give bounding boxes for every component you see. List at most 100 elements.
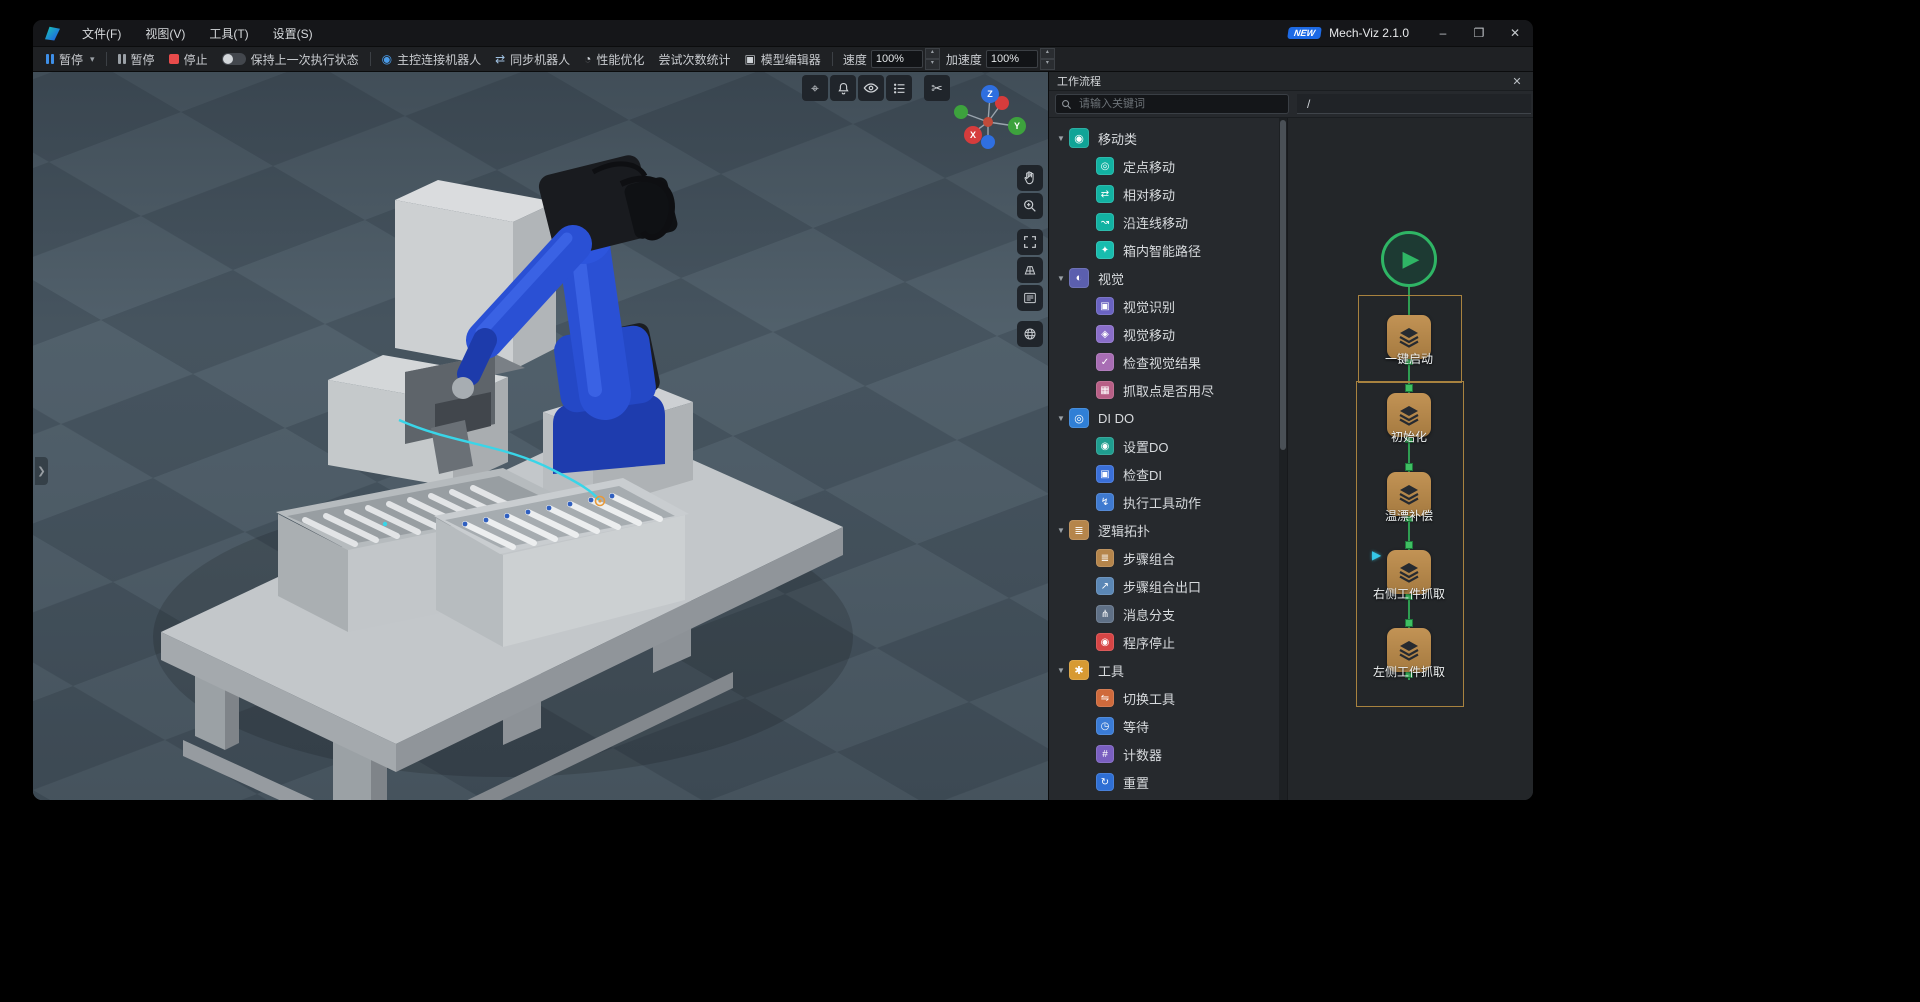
tree-item-glyph: ↗ — [1101, 581, 1109, 592]
step-up-icon[interactable]: ▴ — [925, 48, 940, 59]
tree-item-row[interactable]: ▣ 视觉识别 — [1049, 292, 1279, 320]
tree-group-row[interactable]: ▼ ≣ 逻辑拓扑 — [1049, 516, 1279, 544]
tree-caret-icon[interactable]: ▼ — [1057, 274, 1069, 283]
tree-group-row[interactable]: ▼ ◉ 移动类 — [1049, 124, 1279, 152]
sync-robot-button[interactable]: ⇄ 同步机器人 — [488, 47, 577, 71]
minimize-button[interactable]: – — [1425, 20, 1461, 46]
tree-item-label: 视觉识别 — [1123, 297, 1175, 316]
tree-item-row[interactable]: ≣ 步骤组合 — [1049, 544, 1279, 572]
hand-icon — [1022, 170, 1038, 186]
tree-item-row[interactable]: ⋔ 消息分支 — [1049, 600, 1279, 628]
tree-item-row[interactable]: ◉ 程序停止 — [1049, 628, 1279, 656]
tree-item-label: 抓取点是否用尽 — [1123, 381, 1214, 400]
zoom-button[interactable] — [1017, 193, 1043, 219]
flow-node[interactable]: 右侧工件抓取 — [1387, 550, 1431, 594]
tree-item-row[interactable]: ↯ 执行工具动作 — [1049, 488, 1279, 516]
viewport-toolbar: ⌖ — [802, 75, 950, 101]
tree-item-row[interactable]: ▦ 抓取点是否用尽 — [1049, 376, 1279, 404]
menu-settings[interactable]: 设置(S) — [261, 20, 325, 46]
pan-button[interactable] — [1017, 165, 1043, 191]
station-box — [328, 354, 525, 487]
speed-stepper[interactable]: ▴ ▾ — [925, 48, 940, 70]
workflow-panel-close-button[interactable]: ✕ — [1509, 75, 1525, 88]
flow-node[interactable]: 温漂补偿 — [1387, 472, 1431, 516]
orientation-gizmo[interactable]: Z X Y — [940, 80, 1036, 176]
viewport-side-toolbar — [1017, 165, 1043, 347]
menu-tools[interactable]: 工具(T) — [197, 20, 260, 46]
tree-item-row[interactable]: ◎ 定点移动 — [1049, 152, 1279, 180]
tree-caret-icon[interactable]: ▼ — [1057, 134, 1069, 143]
model-editor-button[interactable]: ▣ 模型编辑器 — [737, 47, 827, 71]
tree-caret-icon[interactable]: ▼ — [1057, 414, 1069, 423]
tree-item-row[interactable]: ↗ 步骤组合出口 — [1049, 572, 1279, 600]
tree-item-row[interactable]: ⇄ 相对移动 — [1049, 180, 1279, 208]
menu-view[interactable]: 视图(V) — [133, 20, 197, 46]
tree-item-row[interactable]: ◷ 等待 — [1049, 712, 1279, 740]
title-bar: 文件(F) 视图(V) 工具(T) 设置(S) NEW Mech-Viz 2.1… — [33, 20, 1533, 46]
tree-group-icon: ≣ — [1069, 520, 1089, 540]
workflow-search-input[interactable] — [1077, 97, 1283, 111]
panel-list-button[interactable] — [1017, 285, 1043, 311]
step-up-icon[interactable]: ▴ — [1040, 48, 1055, 59]
display-list-button[interactable] — [886, 75, 912, 101]
workflow-searchbox[interactable] — [1055, 94, 1289, 114]
tree-group-row[interactable]: ▼ ◎ DI DO — [1049, 404, 1279, 432]
magnifier-plus-icon — [1022, 198, 1038, 214]
flow-node[interactable]: 左侧工件抓取 — [1387, 628, 1431, 672]
scene-3d[interactable] — [33, 72, 1048, 800]
tree-item-row[interactable]: # 计数器 — [1049, 740, 1279, 768]
tree-item-row[interactable]: ⇋ 切换工具 — [1049, 684, 1279, 712]
step-down-icon[interactable]: ▾ — [925, 59, 940, 70]
performance-button[interactable]: ◔ 性能优化 — [577, 47, 651, 71]
flow-play-button[interactable]: ▶ — [1381, 231, 1437, 287]
flow-path-field[interactable]: / — [1297, 94, 1531, 114]
tree-item-row[interactable]: ✓ 检查视觉结果 — [1049, 348, 1279, 376]
tree-item-row[interactable]: ◉ 设置DO — [1049, 432, 1279, 460]
tree-item-row[interactable]: ↝ 沿连线移动 — [1049, 208, 1279, 236]
tree-caret-icon[interactable]: ▼ — [1057, 526, 1069, 535]
tree-group-row[interactable]: ▼ ✱ 工具 — [1049, 656, 1279, 684]
tree-item-row[interactable]: ✓ 完成检查 — [1049, 796, 1279, 800]
tree-item-glyph: ≣ — [1101, 553, 1109, 564]
visibility-button[interactable] — [858, 75, 884, 101]
flow-node[interactable]: 初始化 — [1387, 393, 1431, 437]
viewport-3d[interactable]: ⌖ — [33, 72, 1048, 800]
tree-scrollbar[interactable] — [1279, 118, 1287, 800]
pause-icon — [46, 54, 54, 64]
tree-item-icon: ▣ — [1096, 297, 1114, 315]
speed-input[interactable] — [871, 50, 923, 68]
tree-item-icon: ✦ — [1096, 241, 1114, 259]
master-control-button[interactable]: ◉ 主控连接机器人 — [375, 47, 489, 71]
notify-tool-button[interactable] — [830, 75, 856, 101]
tree-group-row[interactable]: ▼ ◐ 视觉 — [1049, 264, 1279, 292]
flow-node[interactable]: 一键启动 — [1387, 315, 1431, 359]
tree-caret-icon[interactable]: ▼ — [1057, 666, 1069, 675]
tree-item-icon: ◈ — [1096, 325, 1114, 343]
tree-item-row[interactable]: ↻ 重置 — [1049, 768, 1279, 796]
transform-tool-button[interactable]: ⌖ — [802, 75, 828, 101]
globe-button[interactable] — [1017, 321, 1043, 347]
keep-last-state-toggle[interactable]: 保持上一次执行状态 — [215, 47, 366, 71]
flow-canvas[interactable]: ▶ ▶ 一键启动 — [1287, 118, 1533, 800]
tree-scrollbar-thumb[interactable] — [1280, 120, 1286, 450]
pause-primary-button[interactable]: 暂停 ▾ — [39, 47, 102, 71]
accel-stepper[interactable]: ▴ ▾ — [1040, 48, 1055, 70]
tree-item-glyph: ⋔ — [1101, 609, 1109, 620]
pause-secondary-button[interactable]: 暂停 — [111, 47, 162, 71]
tree-item-icon: ⇄ — [1096, 185, 1114, 203]
left-panel-expand-handle[interactable]: ❯ — [35, 457, 48, 485]
tree-item-row[interactable]: ▣ 检查DI — [1049, 460, 1279, 488]
fit-view-button[interactable] — [1017, 229, 1043, 255]
tree-item-row[interactable]: ◈ 视觉移动 — [1049, 320, 1279, 348]
tree-item-row[interactable]: ✦ 箱内智能路径 — [1049, 236, 1279, 264]
accel-input[interactable] — [986, 50, 1038, 68]
gizmo-x-label: X — [970, 130, 976, 140]
close-button[interactable]: ✕ — [1497, 20, 1533, 46]
menu-file[interactable]: 文件(F) — [70, 20, 133, 46]
step-down-icon[interactable]: ▾ — [1040, 59, 1055, 70]
attempt-stats-button[interactable]: 尝试次数统计 — [651, 47, 737, 71]
perspective-button[interactable] — [1017, 257, 1043, 283]
toggle-switch[interactable] — [222, 53, 246, 65]
stop-button[interactable]: 停止 — [162, 47, 215, 71]
maximize-button[interactable]: ❐ — [1461, 20, 1497, 46]
